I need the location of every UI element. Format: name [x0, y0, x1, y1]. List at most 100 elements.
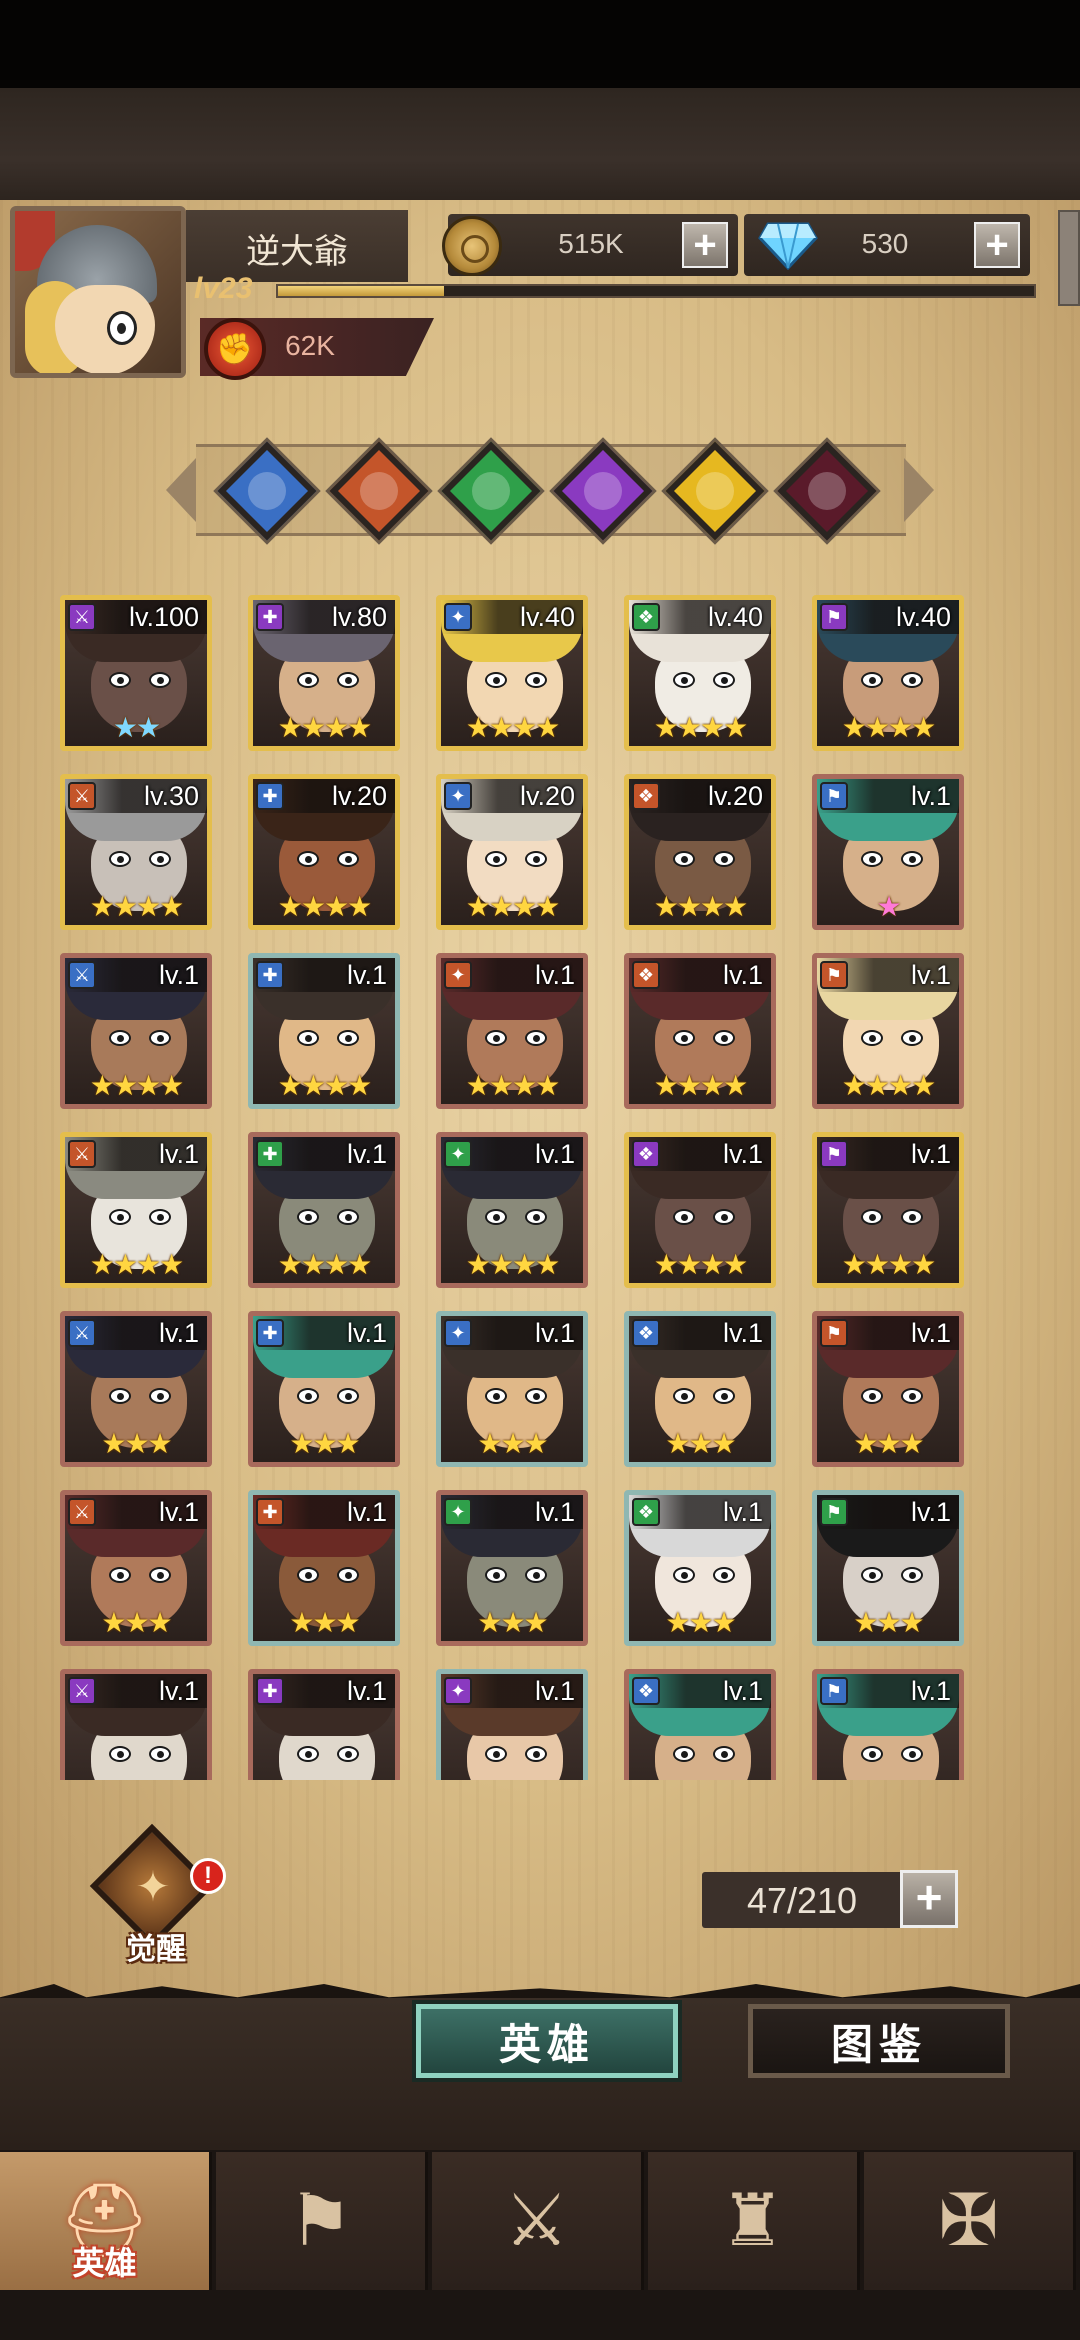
hero-card[interactable]: ✚ lv.1 ★★★★ — [248, 953, 400, 1109]
hero-card[interactable]: ✦ lv.40 ★★★★ — [436, 595, 588, 751]
class-badge-icon: ✦ — [444, 603, 472, 631]
hero-card[interactable]: ❖ lv.1 ★★★ — [624, 1311, 776, 1467]
hero-card[interactable]: ❖ lv.1 — [624, 1669, 776, 1780]
avatar-eye — [107, 311, 137, 345]
hero-card[interactable]: ⚔ lv.1 ★★★★ — [60, 953, 212, 1109]
class-badge-icon: ⚑ — [820, 1498, 848, 1526]
class-badge-icon: ✚ — [256, 1140, 284, 1168]
hero-card[interactable]: ✚ lv.80 ★★★★ — [248, 595, 400, 751]
star-rating: ★★★★ — [89, 891, 184, 922]
hero-card[interactable]: ✚ lv.20 ★★★★ — [248, 774, 400, 930]
add-gold-button[interactable]: + — [682, 222, 728, 268]
nav-battle[interactable]: ⚔ — [432, 2152, 644, 2290]
star-rating: ★★ — [112, 712, 161, 743]
hero-eye — [109, 672, 131, 688]
hero-eye — [485, 1388, 507, 1404]
star-rating: ★★★★ — [653, 891, 748, 922]
hero-card[interactable]: ⚔ lv.1 — [60, 1669, 212, 1780]
hero-card[interactable]: ⚔ lv.1 ★★★ — [60, 1311, 212, 1467]
hero-card[interactable]: ✚ lv.1 ★★★ — [248, 1311, 400, 1467]
hero-card[interactable]: ⚑ lv.1 ★★★★ — [812, 953, 964, 1109]
class-badge-icon: ⚑ — [820, 1319, 848, 1347]
class-badge-icon: ⚔ — [68, 1677, 96, 1705]
hero-card[interactable]: ⚔ lv.100 ★★ — [60, 595, 212, 751]
hero-card[interactable]: ❖ lv.1 ★★★★ — [624, 953, 776, 1109]
filter-right-arrow-icon[interactable] — [904, 458, 934, 522]
star-rating: ★★★ — [853, 1607, 924, 1638]
class-badge-icon: ✚ — [256, 1498, 284, 1526]
hero-card[interactable]: ⚑ lv.1 ★★★ — [812, 1490, 964, 1646]
hero-list[interactable]: ⚔ lv.100 ★★ ✚ lv.80 ★★★★ ✦ lv.40 ★★★★ ❖ lv.40 ★★★★ ⚑… — [60, 595, 1000, 1780]
class-badge-icon: ✚ — [256, 1677, 284, 1705]
star-rating: ★★★★ — [465, 1070, 560, 1101]
awaken-alert-badge: ! — [190, 1858, 226, 1894]
top-wood-panel — [0, 88, 1080, 208]
nav-guild-icon: ✠ — [938, 2181, 999, 2261]
side-menu-handle[interactable] — [1058, 210, 1080, 306]
hero-card[interactable]: ⚑ lv.1 ★★★★ — [812, 1132, 964, 1288]
hero-card[interactable]: ✦ lv.1 ★★★★ — [436, 1132, 588, 1288]
hero-level: lv.1 — [534, 1318, 575, 1348]
class-badge-icon: ✦ — [444, 961, 472, 989]
hero-level: lv.20 — [707, 781, 763, 811]
hero-card[interactable]: ⚑ lv.1 — [812, 1669, 964, 1780]
hero-card[interactable]: ✦ lv.1 ★★★★ — [436, 953, 588, 1109]
star-rating: ★★★★ — [277, 891, 372, 922]
filter-left-arrow-icon[interactable] — [166, 458, 196, 522]
nav-castle[interactable]: ♜ — [648, 2152, 860, 2290]
expand-capacity-button[interactable]: + — [900, 1870, 958, 1928]
nav-adventure[interactable]: ⚑ — [216, 2152, 428, 2290]
hero-card[interactable]: ❖ lv.1 ★★★ — [624, 1490, 776, 1646]
hero-eye — [297, 851, 319, 867]
class-badge-icon: ⚔ — [68, 1319, 96, 1347]
tab-codex[interactable]: 图鉴 — [748, 2004, 1010, 2078]
add-gems-button[interactable]: + — [974, 222, 1020, 268]
hero-card[interactable]: ✚ lv.1 ★★★★ — [248, 1132, 400, 1288]
hero-level: lv.1 — [910, 960, 951, 990]
hero-level: lv.1 — [534, 1497, 575, 1527]
hero-card[interactable]: ❖ lv.20 ★★★★ — [624, 774, 776, 930]
hero-card[interactable]: ❖ lv.1 ★★★★ — [624, 1132, 776, 1288]
hero-card[interactable]: ❖ lv.40 ★★★★ — [624, 595, 776, 751]
arcane-element-icon — [576, 464, 630, 518]
hero-level: lv.30 — [143, 781, 199, 811]
hero-card[interactable]: ⚑ lv.40 ★★★★ — [812, 595, 964, 751]
hero-card[interactable]: ⚔ lv.30 ★★★★ — [60, 774, 212, 930]
star-rating: ★★★★ — [653, 1249, 748, 1280]
hero-eye — [901, 1030, 923, 1046]
hero-card[interactable]: ✦ lv.1 — [436, 1669, 588, 1780]
hero-card[interactable]: ⚔ lv.1 ★★★ — [60, 1490, 212, 1646]
hero-eye — [337, 851, 359, 867]
class-badge-icon: ⚔ — [68, 603, 96, 631]
gem-value: 530 — [861, 228, 909, 259]
hero-eye — [297, 1567, 319, 1583]
hero-level: lv.1 — [722, 960, 763, 990]
hero-level: lv.20 — [331, 781, 387, 811]
gold-value: 515K — [558, 228, 624, 259]
nav-guild[interactable]: ✠ — [864, 2152, 1076, 2290]
hero-card[interactable]: ✦ lv.1 ★★★ — [436, 1311, 588, 1467]
hero-eye — [149, 672, 171, 688]
hero-card[interactable]: ⚑ lv.1 ★ — [812, 774, 964, 930]
hero-level: lv.1 — [158, 1139, 199, 1169]
hero-card[interactable]: ⚑ lv.1 ★★★ — [812, 1311, 964, 1467]
hero-card[interactable]: ✚ lv.1 — [248, 1669, 400, 1780]
player-name: 逆大爺 — [246, 233, 348, 271]
hero-eye — [525, 851, 547, 867]
hero-card[interactable]: ⚔ lv.1 ★★★★ — [60, 1132, 212, 1288]
hero-level: lv.40 — [519, 602, 575, 632]
hero-card[interactable]: ✦ lv.20 ★★★★ — [436, 774, 588, 930]
tab-heroes[interactable]: 英雄 — [416, 2004, 678, 2078]
hero-card[interactable]: ✦ lv.1 ★★★ — [436, 1490, 588, 1646]
hero-eye — [297, 1030, 319, 1046]
hero-level: lv.1 — [158, 1676, 199, 1706]
player-avatar[interactable] — [10, 206, 186, 378]
hero-eye — [525, 1209, 547, 1225]
star-rating: ★★★ — [101, 1607, 172, 1638]
hero-level: lv.1 — [910, 1497, 951, 1527]
class-badge-icon: ❖ — [632, 1498, 660, 1526]
hero-card[interactable]: ✚ lv.1 ★★★ — [248, 1490, 400, 1646]
nav-heroes[interactable]: ⛑ 英雄 — [0, 2152, 212, 2290]
hero-capacity-value: 47/210 — [746, 1880, 858, 1921]
hero-eye — [901, 1746, 923, 1762]
